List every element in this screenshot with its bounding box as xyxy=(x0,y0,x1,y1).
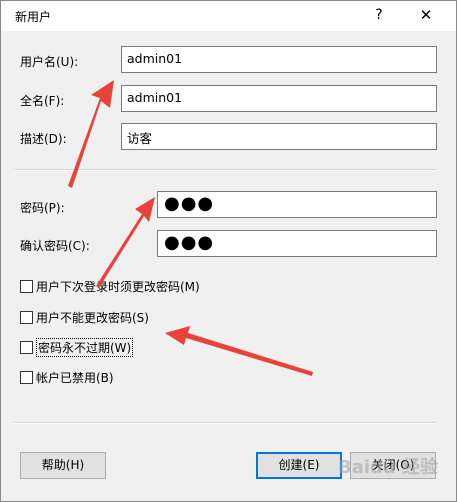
option-label: 密码永不过期(W) xyxy=(36,337,134,357)
watermark: Baidu 经验 xyxy=(338,457,439,478)
checkbox-icon[interactable] xyxy=(20,370,33,384)
option-label: 用户下次登录时须更改密码(M) xyxy=(36,279,200,294)
close-icon[interactable]: ✕ xyxy=(403,0,449,31)
annotation-arrow-1 xyxy=(68,80,114,188)
description-label: 描述(D): xyxy=(20,132,67,146)
create-button[interactable]: 创建(E) xyxy=(256,452,342,479)
annotation-arrow-3 xyxy=(165,326,313,376)
fullname-label: 全名(F): xyxy=(20,94,65,108)
username-label: 用户名(U): xyxy=(20,55,79,69)
confirm-password-input[interactable]: ●●● xyxy=(157,230,437,257)
username-input[interactable]: admin01 xyxy=(121,46,437,73)
annotation-arrow-2 xyxy=(96,197,155,288)
checkbox-icon[interactable] xyxy=(20,279,33,293)
option-password-never-expires[interactable]: 密码永不过期(W) xyxy=(20,337,134,357)
password-input[interactable]: ●●● xyxy=(157,191,437,218)
checkbox-icon[interactable] xyxy=(20,340,33,354)
description-input[interactable]: 访客 xyxy=(121,123,437,150)
confirm-password-label: 确认密码(C): xyxy=(20,239,90,253)
option-account-disabled[interactable]: 帐户已禁用(B) xyxy=(20,369,114,385)
separator-bottom xyxy=(14,422,436,424)
window-title: 新用户 xyxy=(15,10,52,24)
fullname-input[interactable]: admin01 xyxy=(121,85,437,112)
help-icon[interactable]: ? xyxy=(356,0,402,31)
password-label: 密码(P): xyxy=(20,201,65,215)
option-cannot-change-password[interactable]: 用户不能更改密码(S) xyxy=(20,309,149,325)
option-must-change-password[interactable]: 用户下次登录时须更改密码(M) xyxy=(20,278,200,294)
option-label: 用户不能更改密码(S) xyxy=(36,310,149,325)
help-button[interactable]: 帮助(H) xyxy=(20,452,106,479)
checkbox-icon[interactable] xyxy=(20,310,33,324)
separator-top xyxy=(14,169,436,171)
option-label: 帐户已禁用(B) xyxy=(36,370,114,385)
title-bar: 新用户 ? ✕ xyxy=(0,0,457,31)
